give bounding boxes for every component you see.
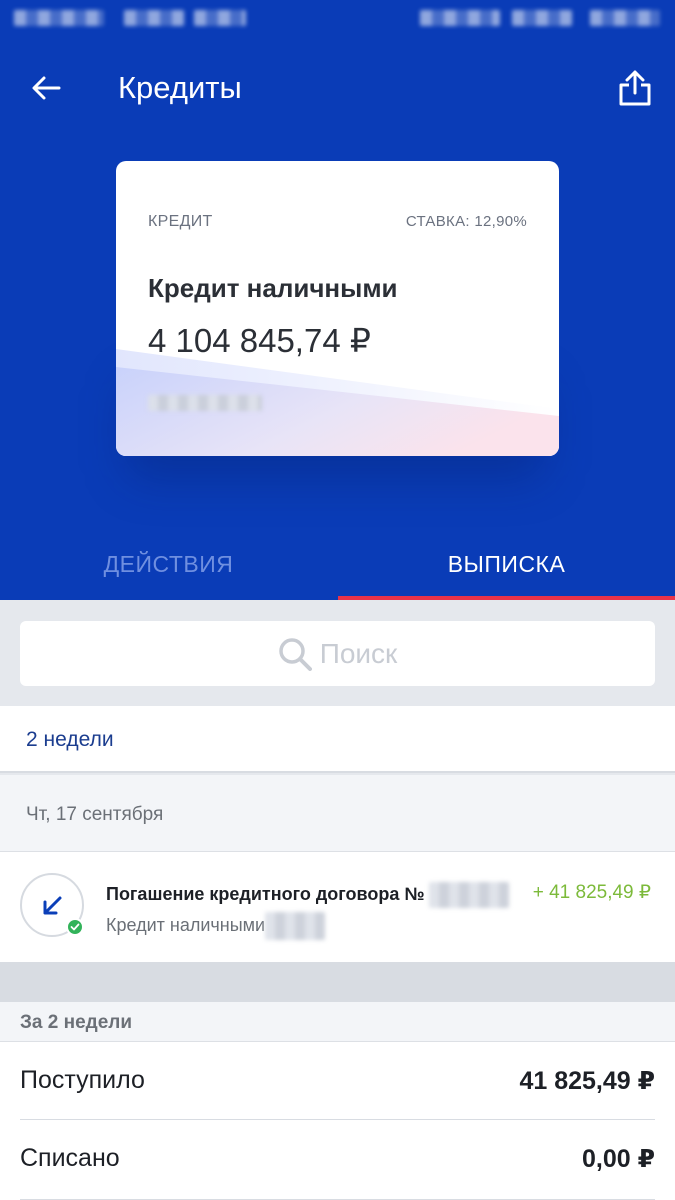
card-gradient-decoration	[116, 349, 559, 456]
search-area: Поиск	[0, 600, 675, 706]
tab-bar: ДЕЙСТВИЯ ВЫПИСКА	[0, 528, 675, 600]
search-placeholder: Поиск	[319, 637, 398, 669]
arrow-down-left-icon	[43, 896, 62, 915]
transaction-type-icon	[20, 873, 84, 937]
check-icon	[66, 918, 84, 936]
redacted-account	[265, 912, 326, 940]
credit-card[interactable]: КРЕДИТ СТАВКА: 12,90% Кредит наличными 4…	[116, 161, 559, 456]
summary-heading-label: За 2 недели	[20, 1012, 133, 1033]
summary-row-outgoing: Списано 0,00 ₽	[0, 1120, 675, 1200]
tab-actions[interactable]: ДЕЙСТВИЯ	[0, 528, 337, 600]
section-gap	[0, 962, 675, 1002]
search-input[interactable]: Поиск	[20, 621, 655, 686]
transaction-subtitle: Кредит наличными	[106, 912, 326, 940]
date-label: Чт, 17 сентября	[26, 804, 164, 825]
transaction-title: Погашение кредитного договора №	[106, 882, 510, 908]
card-rate-label: СТАВКА: 12,90%	[405, 213, 527, 230]
back-button[interactable]	[22, 66, 70, 110]
period-filter: 2 недели	[0, 706, 675, 773]
status-bar	[0, 0, 675, 44]
transaction-row[interactable]: Погашение кредитного договора № Кредит н…	[0, 852, 675, 962]
share-button[interactable]	[613, 64, 657, 112]
summary-income-label: Поступило	[20, 1066, 145, 1094]
tab-statement[interactable]: ВЫПИСКА	[338, 528, 675, 600]
arrow-left-icon	[32, 76, 61, 100]
date-header: Чт, 17 сентября	[0, 775, 675, 852]
summary-income-value: 41 825,49 ₽	[519, 1067, 655, 1095]
card-balance: 4 104 845,74 ₽	[148, 322, 371, 359]
transaction-amount: + 41 825,49 ₽	[532, 882, 651, 903]
summary-outgoing-label: Списано	[20, 1144, 120, 1172]
toolbar: Кредиты	[0, 44, 675, 132]
card-account-number-redacted	[148, 395, 262, 411]
search-icon	[278, 637, 312, 671]
summary-heading: За 2 недели	[0, 1002, 675, 1042]
card-type-label: КРЕДИТ	[148, 213, 213, 230]
summary-row-income: Поступило 41 825,49 ₽	[0, 1042, 675, 1120]
app-header: Кредиты КРЕДИТ СТАВКА: 12,90% Кредит нал…	[0, 0, 675, 600]
period-filter-link[interactable]: 2 недели	[26, 728, 114, 752]
page-title: Кредиты	[118, 70, 242, 105]
share-icon	[619, 70, 651, 106]
redacted-contract-number	[429, 882, 510, 908]
summary-outgoing-value: 0,00 ₽	[582, 1145, 655, 1173]
card-product-name: Кредит наличными	[148, 273, 398, 303]
